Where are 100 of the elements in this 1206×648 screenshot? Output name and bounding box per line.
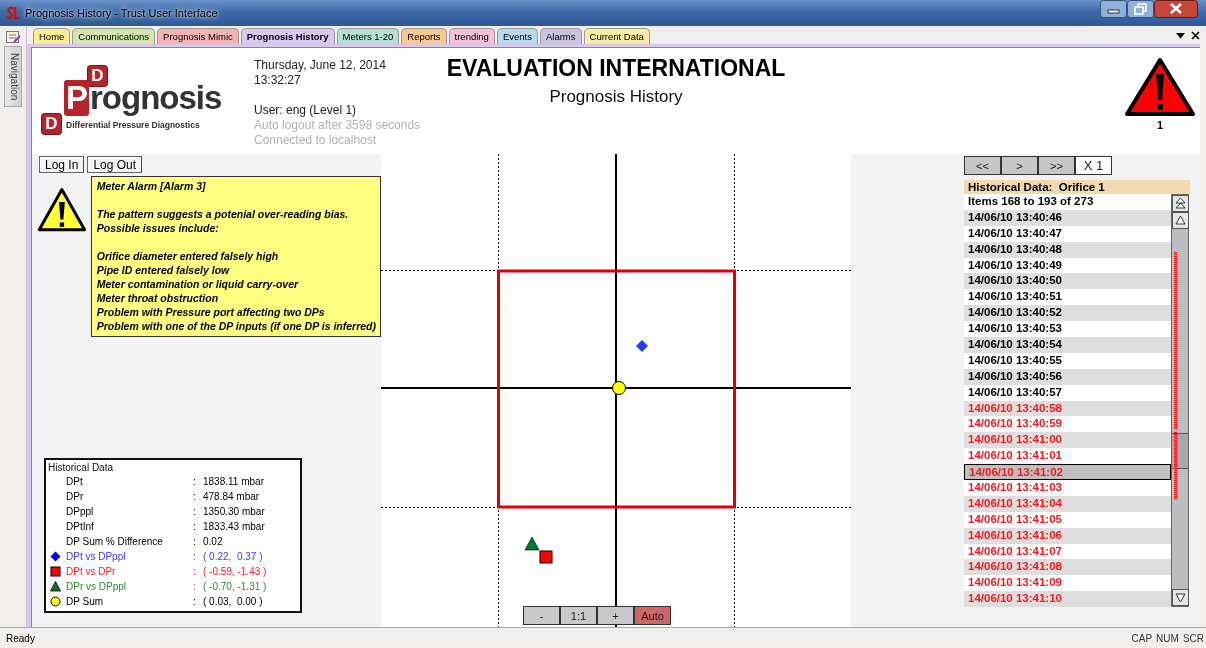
tab[interactable]: Home [33, 28, 71, 44]
close-button[interactable] [1154, 0, 1198, 18]
tab[interactable]: Current Data [583, 28, 650, 44]
colon-separator: : [193, 551, 197, 562]
zoom-button[interactable]: - [523, 606, 560, 625]
record-row[interactable]: 14/06/10 13:40:49 [964, 257, 1171, 274]
tab[interactable]: Reports [401, 28, 447, 44]
colon-separator: : [193, 581, 197, 592]
data-label: DP Sum [65, 596, 105, 607]
scroll-down-button[interactable] [1172, 589, 1189, 607]
scroll-top-button[interactable] [1172, 195, 1189, 212]
record-row[interactable]: 14/06/10 13:40:50 [964, 273, 1171, 290]
scroll-up-button[interactable] [1172, 212, 1189, 229]
tab[interactable]: Prognosis Mimic [157, 28, 239, 44]
message-text: Problem with one of the DP inputs (if one DP is inferred) [96, 319, 376, 333]
info-text: Auto logout after 3598 seconds [254, 118, 421, 133]
minimize-button[interactable] [1100, 0, 1127, 18]
data-value: 0.02 [203, 536, 223, 547]
key-indicator: SCR [1182, 632, 1204, 644]
navigation-button[interactable]: >> [1038, 156, 1075, 175]
info-text: User: eng (Level 1) [254, 103, 358, 118]
panel-title: Historical Data [48, 462, 115, 473]
colon-separator: : [193, 506, 197, 517]
record-row[interactable]: 14/06/10 13:40:47 [964, 225, 1171, 242]
message-text: Pipe ID entered falsely low [96, 263, 231, 277]
message-text: Meter contamination or liquid carry-over [96, 277, 300, 291]
navigation-button[interactable]: X 1 [1075, 156, 1112, 175]
record-row[interactable]: 14/06/10 13:40:52 [964, 305, 1171, 322]
alarm-count: 1 [1156, 119, 1164, 131]
message-title: Meter Alarm [Alarm 3] [96, 179, 207, 193]
logo-tagline: Differential Pressure Diagnostics [66, 120, 200, 130]
navigation-button[interactable]: > [1001, 156, 1038, 175]
record-row[interactable]: 14/06/10 13:40:51 [964, 289, 1171, 306]
scroll-thumb[interactable] [1172, 433, 1188, 469]
zoom-button[interactable]: Auto [634, 606, 671, 625]
record-row[interactable]: 14/06/10 13:40:54 [964, 337, 1171, 353]
tab[interactable]: Communications [72, 28, 156, 44]
alarm-markers [1174, 432, 1177, 499]
tab[interactable]: Events [496, 28, 538, 44]
colon-separator: : [193, 536, 197, 547]
colon-separator: : [193, 476, 197, 487]
record-row[interactable]: 14/06/10 13:40:55 [964, 352, 1171, 369]
info-text: 13:32:27 [254, 73, 302, 88]
tab[interactable]: Meters 1-20 [336, 28, 400, 44]
tab[interactable]: trending [448, 28, 495, 44]
zoom-button[interactable]: 1:1 [560, 606, 597, 625]
data-value: 478.84 mbar [203, 491, 260, 502]
record-row[interactable]: 14/06/10 13:40:46 [964, 209, 1171, 226]
data-label: DPt vs DPppl [65, 551, 127, 562]
list-header: Historical Data: Orifice 1 [964, 180, 1190, 194]
record-row[interactable]: 14/06/10 13:41:05 [964, 511, 1171, 528]
scrollbar[interactable] [1171, 194, 1189, 608]
colon-separator: : [193, 566, 197, 577]
warning-icon [1124, 56, 1196, 118]
record-row[interactable]: 14/06/10 13:40:59 [964, 416, 1171, 433]
message-text: Meter throat obstruction [96, 291, 220, 305]
data-label: DPt vs DPr [65, 566, 117, 577]
dropdown-icon[interactable] [1176, 32, 1185, 39]
window-title: Prognosis History - Trust User Interface [25, 7, 219, 19]
maximize-button[interactable] [1127, 0, 1154, 18]
page-title: Prognosis History [548, 87, 684, 107]
info-text: Connected to localhost [254, 133, 378, 148]
data-value: 1350.30 mbar [203, 506, 265, 517]
key-indicator: NUM [1156, 632, 1179, 644]
data-value: ( -0.59, -1.43 ) [203, 566, 267, 577]
zoom-button[interactable]: + [597, 606, 634, 625]
list-summary: Items 168 to 193 of 273 [967, 194, 1095, 209]
data-label: DPr vs DPppl [65, 581, 127, 592]
tab[interactable]: Prognosis History [240, 28, 335, 44]
tab[interactable]: Alarms [539, 28, 582, 44]
data-value: ( -0.70, -1.31 ) [203, 581, 267, 592]
record-row[interactable]: 14/06/10 13:40:57 [964, 384, 1171, 401]
record-row[interactable]: 14/06/10 13:40:48 [964, 241, 1171, 258]
data-label: DPr [65, 491, 85, 502]
data-label: DPt [65, 476, 84, 487]
key-indicator: CAP [1131, 632, 1153, 644]
diamond-point [636, 340, 648, 352]
navigation-tab[interactable]: Navigation [4, 46, 22, 108]
record-row[interactable]: 14/06/10 13:40:56 [964, 368, 1171, 385]
data-label: DPppl [65, 506, 95, 517]
close-icon[interactable] [1191, 31, 1200, 40]
login-button[interactable]: Log Out [87, 156, 143, 173]
colon-separator: : [193, 521, 197, 532]
logo-badge: D [88, 66, 107, 86]
data-value: ( 0.22, 0.37 ) [203, 551, 263, 562]
record-row[interactable]: 14/06/10 13:41:07 [964, 543, 1171, 560]
record-row[interactable]: 14/06/10 13:40:53 [964, 321, 1171, 337]
data-value: 1833.43 mbar [203, 521, 265, 532]
record-row[interactable]: 14/06/10 13:41:03 [964, 480, 1171, 496]
triangle-point [524, 536, 540, 551]
info-text: Thursday, June 12, 2014 [254, 58, 387, 73]
app-icon [5, 6, 21, 20]
record-row[interactable]: 14/06/10 13:41:01 [964, 448, 1171, 465]
colon-separator: : [193, 596, 197, 607]
navigation-icon[interactable] [5, 29, 21, 44]
square-point [539, 550, 553, 564]
record-row[interactable]: 14/06/10 13:41:09 [964, 575, 1171, 592]
navigation-button[interactable]: << [964, 156, 1001, 175]
login-button[interactable]: Log In [39, 156, 85, 173]
data-value: 1838.11 mbar [203, 476, 264, 487]
